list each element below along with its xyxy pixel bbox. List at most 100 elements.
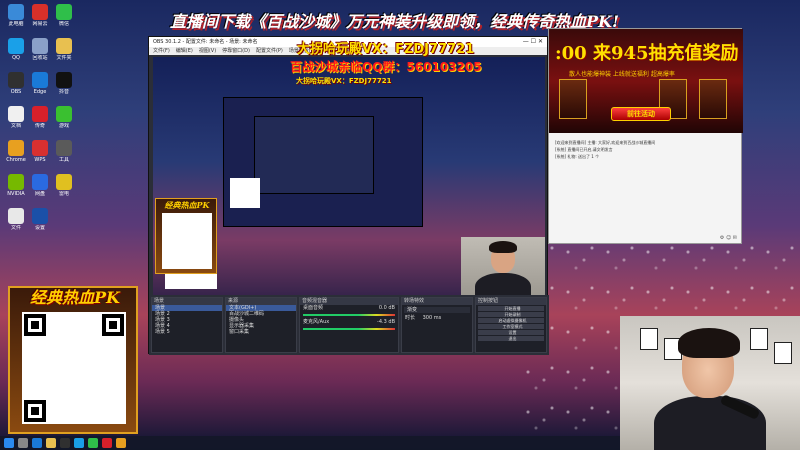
desktop-icon-7[interactable]: Edge: [28, 72, 52, 95]
transition-select[interactable]: 渐变: [404, 307, 470, 313]
app-icon: [8, 4, 24, 20]
nested-preview-inner: [254, 116, 374, 194]
qr-promo-small-title: 经典热血PK: [164, 200, 210, 210]
window-controls[interactable]: — ☐ ✕: [523, 37, 543, 47]
desktop-icon-label: 文件: [10, 225, 21, 231]
desktop-icon-6[interactable]: OBS: [4, 72, 28, 95]
mixer-channel: 麦克风/Aux -4.3 dB: [300, 319, 398, 325]
desktop-icon-19[interactable]: 设置: [28, 208, 52, 231]
app-icon: [8, 208, 24, 224]
controls-dock-title: 控制按钮: [476, 298, 546, 305]
desktop-icon-12[interactable]: Chrome: [4, 140, 28, 163]
obs-menu-item[interactable]: 停靠窗口(D): [222, 48, 250, 54]
control-button[interactable]: 退出: [478, 336, 544, 341]
qr-finder-bl: [24, 400, 46, 422]
desktop-icon-label: 工具: [58, 157, 69, 163]
browser-window[interactable]: :00 来945抽充值奖励 散人也能爆神装 上线就送福利 超高爆率 前往活动 […: [548, 28, 743, 244]
app-icon: [56, 174, 72, 190]
taskbar-search-icon[interactable]: [18, 438, 28, 448]
obs-menu-item[interactable]: 文件(F): [153, 48, 170, 54]
desktop-icon-4[interactable]: 回收站: [28, 38, 52, 61]
nested-preview: [223, 97, 423, 227]
volume-meter[interactable]: [303, 314, 395, 316]
chat-message: [系统] 直播间已开启,请文明发言: [555, 147, 613, 152]
desktop-icon-17[interactable]: 雷电: [52, 174, 76, 197]
desktop-icon-1[interactable]: 网易云: [28, 4, 52, 27]
app-icon: [56, 106, 72, 122]
qr-promo-small: 经典热血PK: [155, 198, 217, 274]
chat-message: [欢迎来到直播间] 主播: 大家好,欢迎来到百战沙城直播间: [555, 140, 656, 145]
ad-title: :00 来945抽充值奖励: [555, 43, 739, 64]
taskbar-obs-icon[interactable]: [60, 438, 70, 448]
control-button[interactable]: 开始录制: [478, 312, 544, 317]
desktop-icon-10[interactable]: 传奇: [28, 106, 52, 129]
obs-menu-item[interactable]: 编辑(E): [176, 48, 193, 54]
obs-title: OBS 30.1.2 - 配置文件: 未命名 - 场景: 未命名: [153, 39, 258, 45]
taskbar-wechat-icon[interactable]: [88, 438, 98, 448]
mixer-dock: 音频混音器 桌面音频 0.0 dB 麦克风/Aux -4.3 dB: [299, 297, 399, 353]
app-icon: [56, 72, 72, 88]
desktop-icon-label: 设置: [34, 225, 45, 231]
app-icon: [32, 174, 48, 190]
control-button[interactable]: 启动虚拟摄像机: [478, 318, 544, 323]
desktop-icon-13[interactable]: WPS: [28, 140, 52, 163]
nested-qr-code: [230, 178, 260, 208]
control-button[interactable]: 设置: [478, 330, 544, 335]
ad-banner[interactable]: :00 来945抽充值奖励 散人也能爆神装 上线就送福利 超高爆率 前往活动: [549, 29, 743, 133]
duration-value[interactable]: 300 ms: [423, 315, 442, 321]
desktop-icon-15[interactable]: NVIDIA: [4, 174, 28, 197]
source-item[interactable]: 窗口采集: [226, 329, 296, 335]
taskbar-explorer-icon[interactable]: [46, 438, 56, 448]
control-button[interactable]: 工作室模式: [478, 324, 544, 329]
app-icon: [32, 140, 48, 156]
webcam-feed: [620, 316, 800, 450]
desktop-icon-14[interactable]: 工具: [52, 140, 76, 163]
desktop-icon-11[interactable]: 游戏: [52, 106, 76, 129]
desktop-icon-9[interactable]: 文档: [4, 106, 28, 129]
ad-item-right: [699, 79, 727, 119]
desktop-icon-label: NVIDIA: [7, 191, 25, 197]
desktop-icon-label: QQ: [12, 55, 20, 61]
qr-promo-small-code: [162, 213, 212, 269]
obs-menu-item[interactable]: 配置文件(P): [256, 48, 283, 54]
mixer-channel-db: -4.3 dB: [377, 319, 395, 325]
obs-preview-canvas[interactable]: [153, 57, 545, 319]
volume-meter[interactable]: [303, 328, 395, 330]
browser-status-icons: ⚙ ☺ ✉: [719, 235, 737, 241]
desktop-icon-5[interactable]: 文件夹: [52, 38, 76, 61]
desktop-icon-2[interactable]: 微信: [52, 4, 76, 27]
ad-subtitle: 散人也能爆神装 上线就送福利 超高爆率: [569, 71, 675, 78]
qr-promo-panel: 经典热血PK: [8, 286, 138, 434]
overlay-small-text: 大拐哈玩殿VX：FZDJ77721: [296, 77, 392, 85]
overlay-wechat-text: 大拐哈玩殿VX：FZDJ77721: [297, 42, 475, 57]
scenes-dock-title: 场景: [152, 298, 222, 305]
scene-item[interactable]: 场景 5: [152, 329, 222, 335]
taskbar-start-icon[interactable]: [4, 438, 14, 448]
taskbar-qq-icon[interactable]: [74, 438, 84, 448]
qr-promo-title: 经典热血PK: [30, 288, 120, 307]
desktop-icon-3[interactable]: QQ: [4, 38, 28, 61]
desktop-icon-0[interactable]: 此电脑: [4, 4, 28, 27]
control-button[interactable]: 开始直播: [478, 306, 544, 311]
taskbar-game-icon[interactable]: [102, 438, 112, 448]
chat-message: [系统] 礼物: 送出了 1 个: [555, 154, 600, 159]
app-icon: [56, 140, 72, 156]
mixer-channel: 桌面音频 0.0 dB: [300, 305, 398, 311]
taskbar-chrome-icon[interactable]: [116, 438, 126, 448]
taskbar-edge-icon[interactable]: [32, 438, 42, 448]
app-icon: [56, 38, 72, 54]
desktop-icon-label: Chrome: [6, 157, 26, 163]
desktop-icon-label: 微信: [58, 21, 69, 27]
streamer-hair: [678, 328, 740, 358]
desktop-icon-18[interactable]: 文件: [4, 208, 28, 231]
mixer-dock-title: 音频混音器: [300, 298, 398, 305]
obs-menu-item[interactable]: 视图(V): [199, 48, 216, 54]
desktop-icon-16[interactable]: 网盘: [28, 174, 52, 197]
mixer-channel-db: 0.0 dB: [378, 305, 395, 311]
transitions-dock: 转场特效 渐变 时长 300 ms: [401, 297, 473, 353]
desktop-icon-8[interactable]: 抖音: [52, 72, 76, 95]
obs-docks: 场景 场景 场景 2 场景 3 场景 4 场景 5 来源 文本(GDI+) 百战沙城二维码…: [149, 295, 549, 355]
qr-finder-tr: [102, 314, 124, 336]
app-icon: [32, 38, 48, 54]
ad-cta-button[interactable]: 前往活动: [611, 107, 671, 121]
